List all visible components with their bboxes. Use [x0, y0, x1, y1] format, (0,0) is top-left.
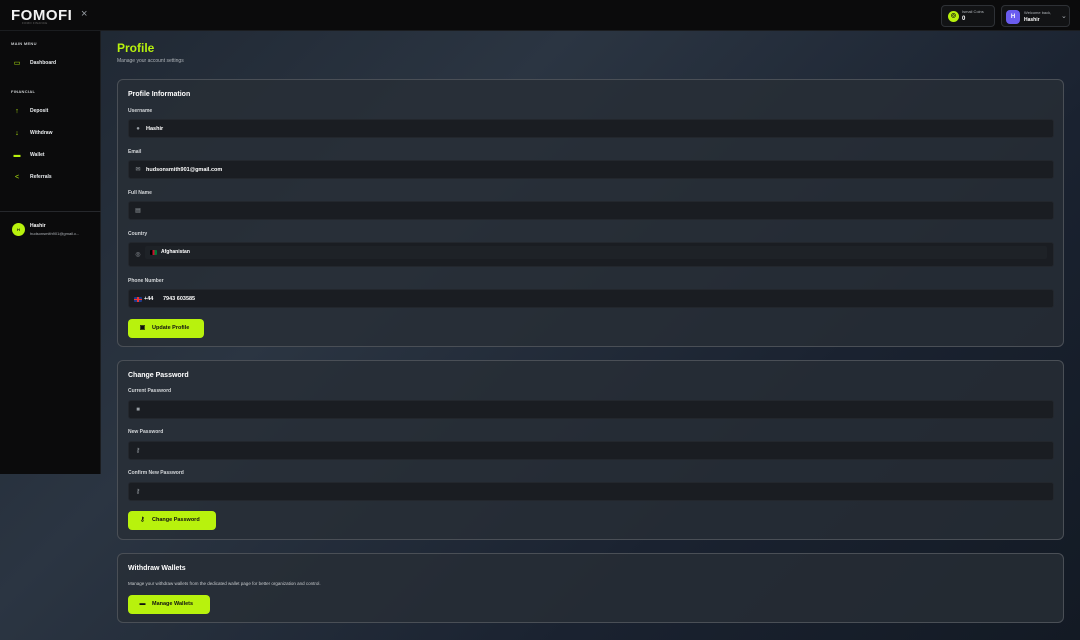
key-icon: ⚷ [135, 448, 141, 454]
logo-tagline: FOMO FINANCE [22, 21, 48, 25]
globe-icon: ◎ [135, 252, 141, 258]
withdraw-wallets-card: Withdraw Wallets Manage your withdraw wa… [117, 553, 1064, 623]
mail-icon: ✉ [135, 167, 141, 173]
dial-code[interactable]: +44 [144, 296, 153, 302]
country-value: Afghanistan [161, 249, 190, 255]
save-icon: ▣ [139, 325, 146, 331]
country-label: Country [128, 231, 148, 237]
share-icon: < [14, 174, 20, 181]
coins-value: 0 [962, 16, 966, 22]
confirm-password-field[interactable]: ⚷ [128, 482, 1054, 501]
sidebar-item-label: Withdraw [30, 130, 53, 136]
manage-wallets-button[interactable]: ▬ Manage Wallets [128, 595, 210, 614]
button-label: Change Password [152, 517, 200, 523]
email-label: Email [128, 149, 142, 155]
phone-number-value: 7943 603585 [163, 296, 196, 302]
email-value: hudsonsmith901@gmail.com [146, 167, 223, 173]
change-password-button[interactable]: ⚷ Change Password [128, 511, 216, 530]
coin-icon: ◎ [948, 11, 959, 22]
main-menu-label: MAIN MENU [11, 41, 37, 46]
button-label: Update Profile [152, 325, 190, 331]
confirm-password-label: Confirm New Password [128, 470, 184, 476]
current-password-label: Current Password [128, 388, 172, 394]
card-title: Change Password [128, 372, 189, 379]
wallet-icon: ▬ [13, 152, 21, 159]
avatar: H [1006, 10, 1020, 24]
current-password-field[interactable]: ■ [128, 400, 1054, 419]
button-label: Manage Wallets [152, 601, 194, 607]
sidebar-avatar[interactable]: H [12, 223, 25, 236]
sidebar-item-label: Referrals [30, 174, 52, 180]
card-description: Manage your withdraw wallets from the de… [128, 581, 321, 586]
close-sidebar-icon[interactable]: × [81, 8, 87, 20]
monitor-icon: ▭ [13, 60, 21, 67]
wallet-icon: ▬ [139, 601, 146, 607]
page-title: Profile [117, 41, 155, 55]
page-subtitle: Manage your account settings [117, 58, 184, 64]
sidebar-item-label: Wallet [30, 152, 45, 158]
sidebar-divider [0, 211, 101, 212]
sidebar-item-wallet[interactable]: ▬ Wallet [10, 149, 94, 163]
sidebar-item-label: Dashboard [30, 60, 57, 66]
user-menu[interactable]: H Welcome back, Hashir ⌄ [1001, 5, 1070, 27]
country-select-inner[interactable]: Afghanistan [145, 246, 1047, 259]
new-password-label: New Password [128, 429, 164, 435]
user-name: Hashir [1024, 17, 1040, 23]
id-card-icon: ▤ [135, 208, 141, 214]
sidebar: MAIN MENU ▭ Dashboard FINANCIAL ↑ Deposi… [0, 31, 101, 474]
country-select[interactable]: ◎ Afghanistan [128, 242, 1054, 267]
sidebar-item-label: Deposit [30, 108, 49, 114]
update-profile-button[interactable]: ▣ Update Profile [128, 319, 204, 338]
username-value: Hashir [146, 126, 164, 132]
arrow-down-icon: ↓ [15, 130, 19, 137]
new-password-field[interactable]: ⚷ [128, 441, 1054, 460]
card-title: Withdraw Wallets [128, 565, 186, 572]
welcome-text: Welcome back, [1024, 10, 1052, 15]
user-icon: ● [136, 126, 140, 132]
sidebar-user-email: hudsonsmith901@gmail.c... [30, 231, 80, 236]
key-icon: ⚷ [140, 517, 145, 523]
email-field[interactable]: ✉ hudsonsmith901@gmail.com [128, 160, 1054, 179]
uk-flag-icon[interactable] [134, 297, 142, 302]
lock-icon: ■ [136, 407, 140, 413]
sidebar-item-deposit[interactable]: ↑ Deposit [10, 105, 94, 119]
username-label: Username [128, 108, 153, 114]
coins-balance[interactable]: ◎ Ismail Coins 0 [941, 5, 995, 27]
username-field[interactable]: ● Hashir [128, 119, 1054, 138]
chevron-down-icon: ⌄ [1061, 13, 1067, 20]
financial-label: FINANCIAL [11, 89, 36, 94]
top-bar: FOMOFI FOMO FINANCE × ◎ Ismail Coins 0 H… [0, 0, 1080, 31]
full-name-label: Full Name [128, 190, 152, 196]
sidebar-item-withdraw[interactable]: ↓ Withdraw [10, 127, 94, 141]
full-name-field[interactable]: ▤ [128, 201, 1054, 220]
sidebar-item-referrals[interactable]: < Referrals [10, 171, 94, 185]
coins-label: Ismail Coins [962, 9, 984, 14]
sidebar-user-name: Hashir [30, 223, 46, 229]
phone-field[interactable]: +44 7943 603585 [128, 289, 1054, 308]
afghanistan-flag-icon [150, 250, 157, 255]
arrow-up-icon: ↑ [15, 108, 19, 115]
key-icon: ⚷ [135, 489, 141, 495]
profile-information-card: Profile Information Username ● Hashir Em… [117, 79, 1064, 347]
change-password-card: Change Password Current Password ■ New P… [117, 360, 1064, 540]
card-title: Profile Information [128, 91, 191, 98]
sidebar-item-dashboard[interactable]: ▭ Dashboard [10, 57, 94, 71]
phone-label: Phone Number [128, 278, 164, 284]
